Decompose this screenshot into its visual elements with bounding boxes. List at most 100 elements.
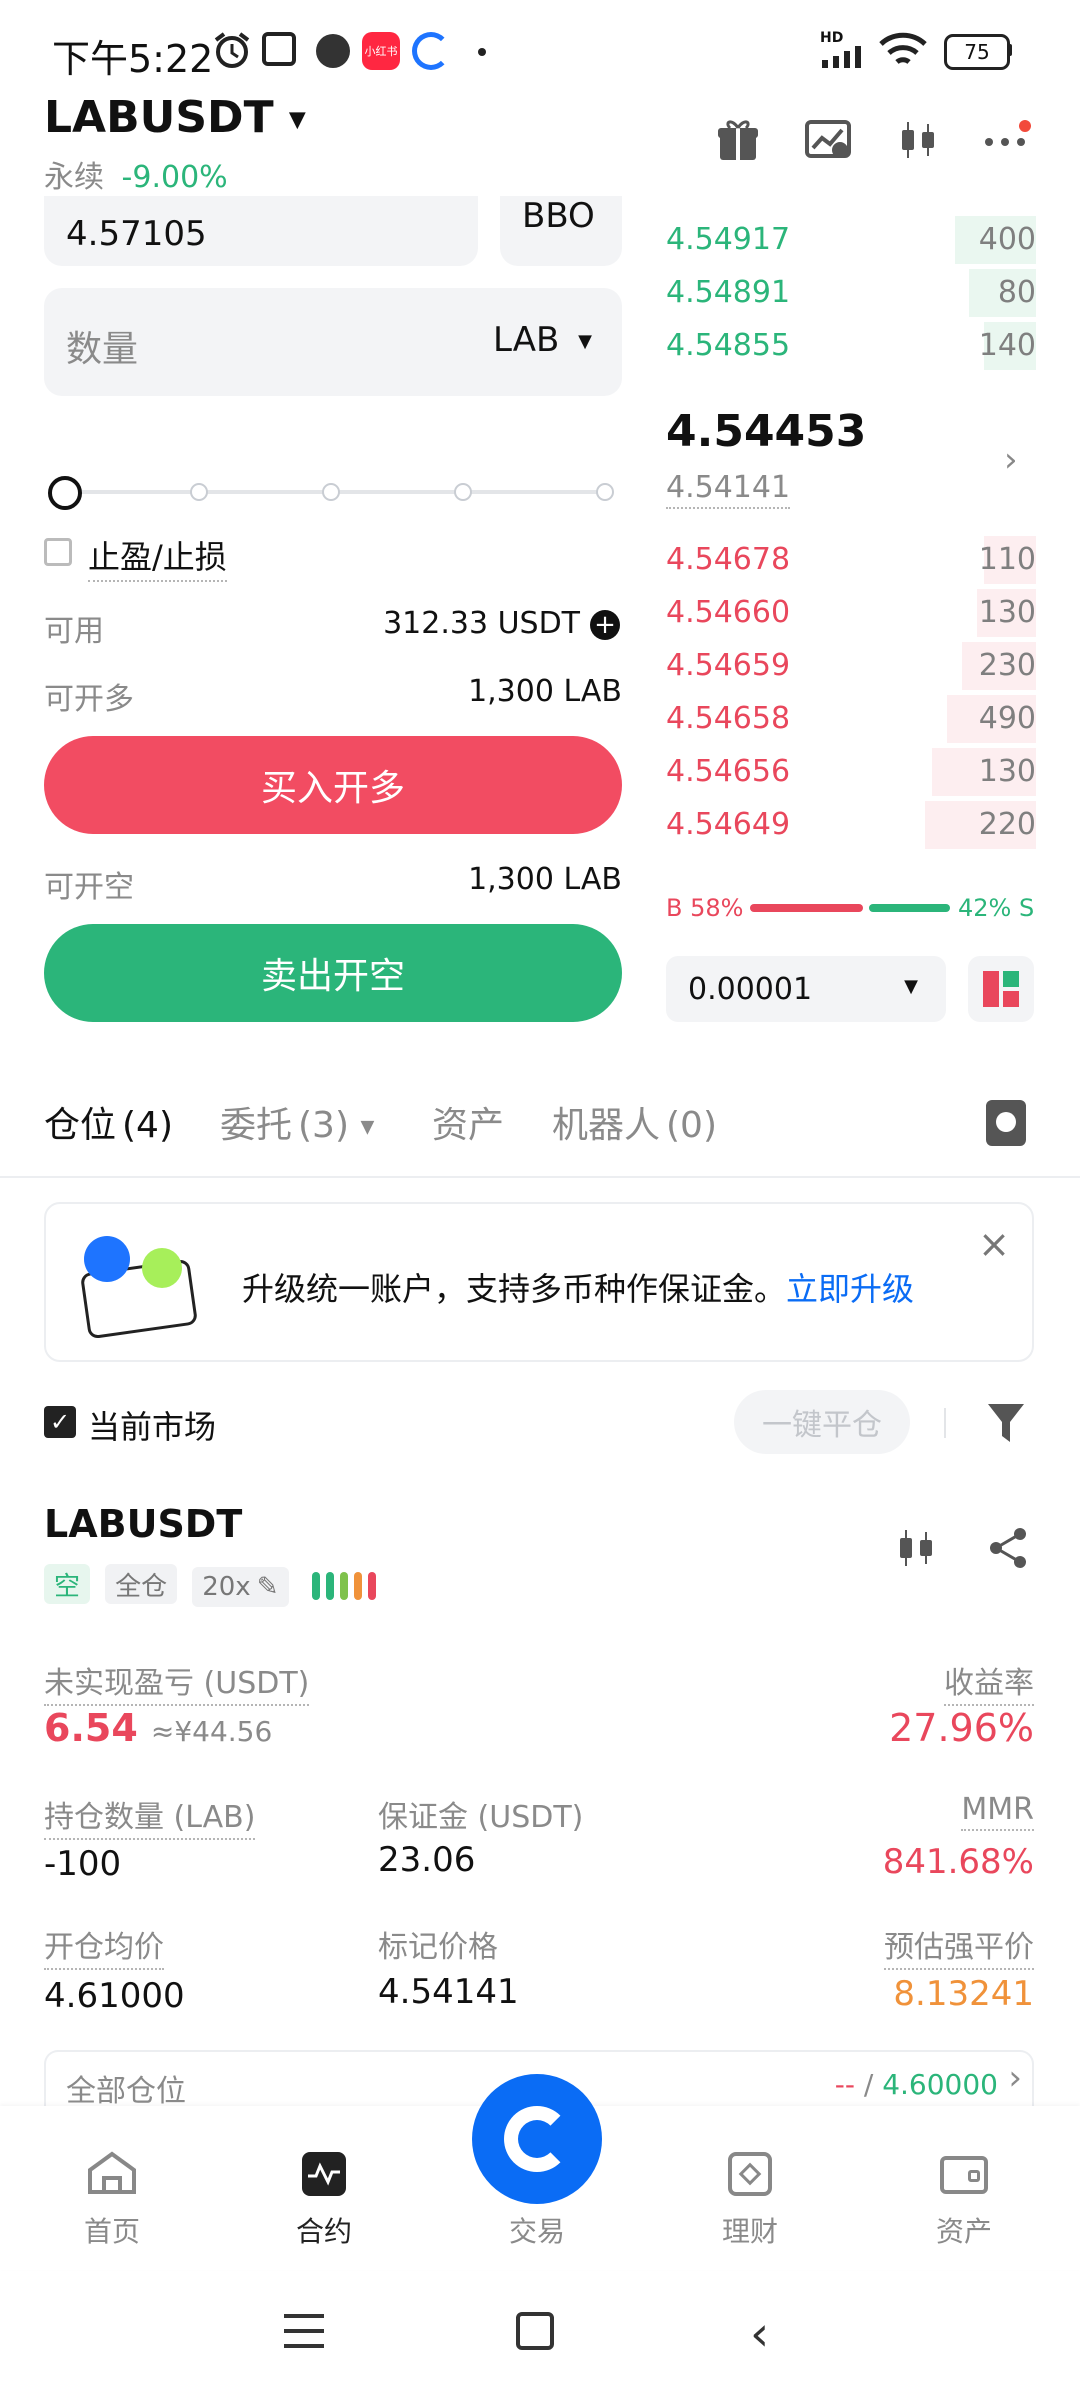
dropdown-caret-icon: ▼ bbox=[578, 331, 592, 352]
filter-icon[interactable] bbox=[986, 1402, 1026, 1450]
menu-icon[interactable] bbox=[284, 2314, 324, 2352]
entry-price-label[interactable]: 开仓均价 bbox=[44, 1922, 164, 1970]
order-book-qty: 110 bbox=[978, 542, 1036, 577]
order-book-row[interactable]: 4.54678 110 bbox=[666, 536, 1036, 584]
chevron-right-icon[interactable]: › bbox=[1004, 440, 1018, 480]
mmr-value: 841.68% bbox=[882, 1842, 1034, 1882]
slider-tick[interactable] bbox=[596, 483, 614, 501]
price-change: -9.00% bbox=[121, 160, 228, 195]
tpsl-label[interactable]: 止盈/止损 bbox=[88, 532, 227, 582]
slider-tick[interactable] bbox=[454, 483, 472, 501]
current-market-checkbox[interactable]: ✓ bbox=[44, 1406, 76, 1438]
order-book-row[interactable]: 4.54658 490 bbox=[666, 695, 1036, 743]
assets-icon[interactable] bbox=[940, 2156, 988, 2194]
slider-tick[interactable] bbox=[322, 483, 340, 501]
bbo-button[interactable]: BBO bbox=[500, 196, 622, 266]
order-book-row[interactable]: 4.54855 140 bbox=[666, 322, 1036, 370]
symbol-selector[interactable]: LABUSDT ▼ bbox=[44, 92, 306, 143]
wifi-icon bbox=[878, 32, 928, 74]
tab-assets[interactable]: 资产 bbox=[432, 1096, 504, 1148]
slider-tick[interactable] bbox=[190, 483, 208, 501]
nfc-icon bbox=[262, 32, 296, 66]
order-book-row[interactable]: 4.54660 130 bbox=[666, 589, 1036, 637]
unrealized-pnl-label[interactable]: 未实现盈亏 (USDT) bbox=[44, 1658, 310, 1706]
nav-trade[interactable]: 交易 bbox=[457, 2210, 617, 2250]
order-book-price: 4.54917 bbox=[666, 222, 791, 257]
leverage-value: 20x bbox=[202, 1571, 251, 1602]
status-bar: 下午5:22 小红书 HD 75 bbox=[0, 0, 1080, 100]
buy-long-button[interactable]: 买入开多 bbox=[44, 736, 622, 834]
margin-mode-tag: 全仓 bbox=[105, 1564, 178, 1604]
quantity-slider-handle[interactable] bbox=[48, 476, 82, 510]
price-value: 4.57105 bbox=[66, 214, 207, 254]
nav-futures[interactable]: 合约 bbox=[244, 2210, 404, 2250]
side-tag: 空 bbox=[44, 1564, 91, 1604]
position-symbol[interactable]: LABUSDT bbox=[44, 1502, 242, 1546]
tpsl-checkbox[interactable] bbox=[44, 538, 72, 566]
order-book-row[interactable]: 4.54891 80 bbox=[666, 269, 1036, 317]
tab-positions-label: 仓位 bbox=[44, 1105, 117, 1146]
candlestick-icon[interactable] bbox=[888, 110, 948, 170]
tab-robots[interactable]: 机器人 (0) bbox=[552, 1096, 717, 1148]
dropdown-caret-icon: ▼ bbox=[360, 1116, 375, 1138]
dropdown-caret-icon: ▼ bbox=[904, 976, 918, 997]
quantity-unit-selector[interactable]: LAB ▼ bbox=[493, 320, 592, 360]
tabs-divider bbox=[0, 1176, 1080, 1178]
precision-selector[interactable]: 0.00001 ▼ bbox=[666, 956, 946, 1022]
share-icon[interactable] bbox=[986, 1526, 1030, 1574]
layout-toggle-button[interactable] bbox=[968, 956, 1034, 1022]
trade-button[interactable] bbox=[472, 2074, 602, 2204]
more-icon[interactable] bbox=[976, 110, 1036, 170]
home-square-icon[interactable] bbox=[516, 2312, 554, 2350]
futures-icon[interactable] bbox=[302, 2152, 346, 2196]
battery-cap bbox=[1008, 44, 1012, 56]
contract-type: 永续 bbox=[44, 160, 104, 195]
earn-icon[interactable] bbox=[728, 2152, 772, 2196]
can-short-value: 1,300 LAB bbox=[468, 862, 622, 897]
tab-orders[interactable]: 委托 (3) ▼ bbox=[220, 1096, 374, 1148]
dot-icon bbox=[478, 48, 486, 56]
order-book-row[interactable]: 4.54917 400 bbox=[666, 216, 1036, 264]
home-icon[interactable] bbox=[86, 2150, 138, 2200]
order-book-row[interactable]: 4.54649 220 bbox=[666, 801, 1036, 849]
order-book-qty: 140 bbox=[978, 328, 1036, 363]
order-history-icon[interactable] bbox=[986, 1100, 1026, 1146]
size-value: -100 bbox=[44, 1844, 122, 1884]
nav-assets[interactable]: 资产 bbox=[884, 2210, 1044, 2250]
close-icon[interactable]: × bbox=[978, 1222, 1010, 1266]
upgrade-link[interactable]: 立即升级 bbox=[786, 1270, 914, 1308]
chart-card-icon[interactable] bbox=[798, 110, 858, 170]
position-tags: 空 全仓 20x ✎ bbox=[44, 1564, 289, 1607]
leverage-tag[interactable]: 20x ✎ bbox=[192, 1566, 289, 1607]
current-market-label: 当前市场 bbox=[88, 1408, 217, 1446]
tab-positions-count: (4) bbox=[122, 1105, 174, 1146]
nav-home[interactable]: 首页 bbox=[32, 2210, 192, 2250]
add-funds-icon[interactable]: + bbox=[590, 610, 620, 640]
liq-price-label[interactable]: 预估强平价 bbox=[884, 1922, 1034, 1970]
tab-robots-label: 机器人 bbox=[552, 1105, 661, 1146]
order-book-row[interactable]: 4.54656 130 bbox=[666, 748, 1036, 796]
wallet-icon bbox=[79, 1236, 199, 1340]
roe-label[interactable]: 收益率 bbox=[944, 1658, 1034, 1706]
gift-icon[interactable] bbox=[708, 110, 768, 170]
price-input[interactable]: 4.57105 bbox=[44, 196, 478, 266]
mark-price-value: 4.54141 bbox=[378, 1972, 519, 2012]
order-book-row[interactable]: 4.54659 230 bbox=[666, 642, 1036, 690]
size-label[interactable]: 持仓数量 (LAB) bbox=[44, 1792, 256, 1840]
tab-orders-count: (3) bbox=[298, 1105, 350, 1146]
can-long-value: 1,300 LAB bbox=[468, 674, 622, 709]
order-book-qty: 400 bbox=[978, 222, 1036, 257]
mmr-label[interactable]: MMR bbox=[961, 1792, 1034, 1831]
bbo-label: BBO bbox=[522, 196, 595, 236]
order-book-qty: 220 bbox=[978, 807, 1036, 842]
order-book-qty: 80 bbox=[997, 275, 1036, 310]
sell-short-button[interactable]: 卖出开空 bbox=[44, 924, 622, 1022]
tab-positions[interactable]: 仓位 (4) bbox=[44, 1096, 173, 1148]
nav-earn[interactable]: 理财 bbox=[670, 2210, 830, 2250]
candlestick-icon[interactable] bbox=[894, 1526, 938, 1574]
close-all-button[interactable]: 一键平仓 bbox=[734, 1390, 910, 1454]
camera-app-icon bbox=[316, 34, 350, 68]
quantity-input[interactable]: 数量 LAB ▼ bbox=[44, 288, 622, 396]
can-short-label: 可开空 bbox=[44, 870, 134, 905]
back-icon[interactable]: ‹ bbox=[750, 2306, 769, 2362]
